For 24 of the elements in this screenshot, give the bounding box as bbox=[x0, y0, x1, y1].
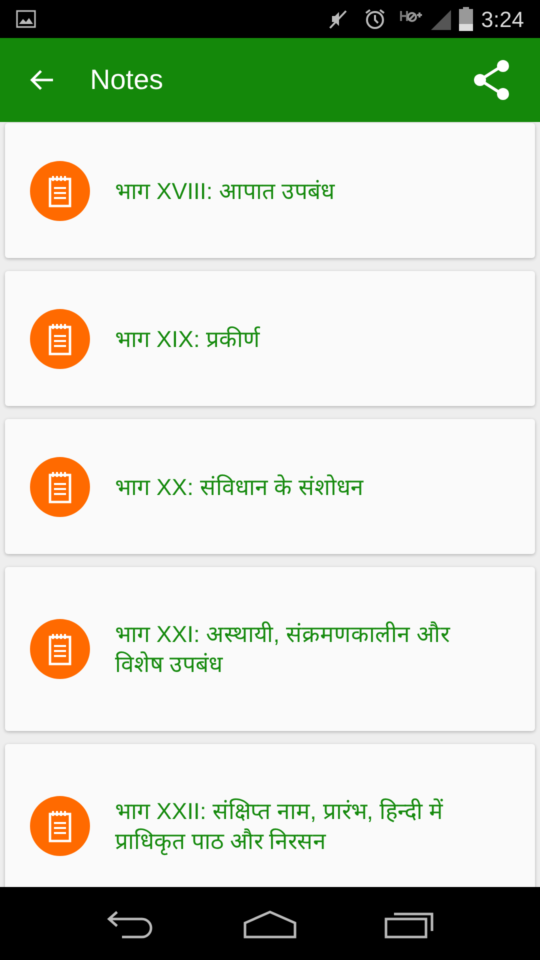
home-nav-button[interactable] bbox=[242, 908, 298, 938]
battery-icon bbox=[459, 7, 474, 31]
notepad-icon bbox=[30, 308, 90, 368]
note-title: भाग XXI: अस्थायी, संक्रमणकालीन और विशेष उपबंध bbox=[115, 620, 452, 679]
mute-icon bbox=[327, 8, 350, 30]
share-button[interactable] bbox=[472, 59, 512, 101]
notepad-icon bbox=[30, 619, 90, 679]
note-title: भाग XXII: संक्षिप्त नाम, प्रारंभ, हिन्दी में प्राधिकृत पाठ और निरसन bbox=[115, 797, 444, 858]
notepad-icon bbox=[30, 796, 90, 856]
status-time: 3:24 bbox=[481, 6, 524, 34]
note-title: भाग XX: संविधान के संशोधन bbox=[115, 472, 364, 502]
note-card[interactable]: भाग XXI: अस्थायी, संक्रमणकालीन और विशेष उपबंध bbox=[5, 567, 535, 731]
notepad-icon bbox=[30, 160, 90, 220]
note-card[interactable]: भाग XXII: संक्षिप्त नाम, प्रारंभ, हिन्दी में प्राधिकृत पाठ और निरसन bbox=[5, 744, 535, 887]
note-title: भाग XVIII: आपात उपबंध bbox=[115, 176, 334, 206]
note-card[interactable]: भाग XX: संविधान के संशोधन bbox=[5, 419, 535, 554]
screen-title: Notes bbox=[90, 63, 164, 97]
note-title: भाग XIX: प्रकीर्ण bbox=[115, 324, 260, 354]
note-card[interactable]: भाग XVIII: आपात उपबंध bbox=[5, 123, 535, 258]
notepad-icon bbox=[30, 456, 90, 516]
signal-icon bbox=[429, 8, 454, 30]
alarm-icon bbox=[363, 7, 388, 31]
image-icon bbox=[16, 9, 36, 29]
note-card[interactable]: भाग XIX: प्रकीर्ण bbox=[5, 271, 535, 406]
